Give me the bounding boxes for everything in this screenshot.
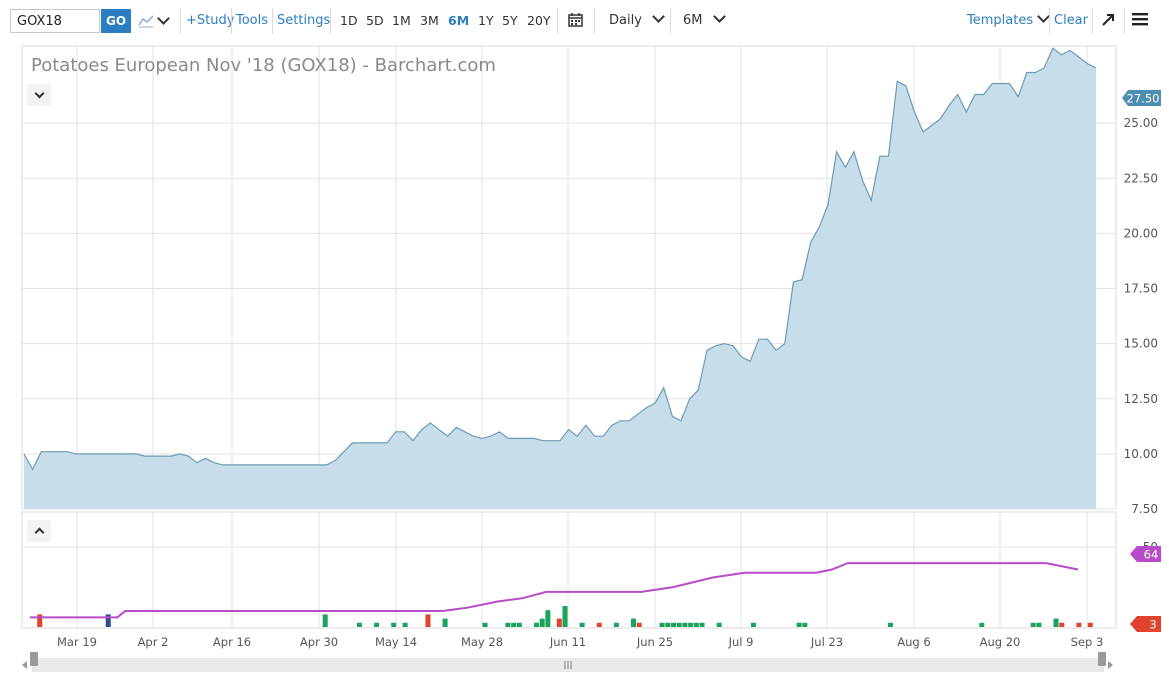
volume-bar bbox=[105, 614, 111, 627]
price-tick-label: 7.50 bbox=[1131, 502, 1158, 516]
volume-bar bbox=[682, 622, 688, 627]
last-price-value: 27.50 bbox=[1127, 92, 1160, 106]
volume-bar bbox=[539, 618, 545, 627]
volume-bar bbox=[37, 614, 43, 627]
volume-bar bbox=[688, 622, 694, 627]
volume-bar bbox=[374, 622, 380, 627]
open-interest-value: 64 bbox=[1144, 548, 1159, 562]
volume-bar bbox=[1076, 622, 1082, 627]
volume-bar bbox=[391, 622, 397, 627]
chevron-down-icon bbox=[34, 88, 45, 99]
last-price-badge: 27.50 bbox=[1122, 90, 1161, 106]
date-tick-label: Apr 30 bbox=[300, 635, 338, 649]
date-axis: Mar 19 Apr 2 Apr 16 Apr 30 May 14 May 28 Jun 1… bbox=[57, 635, 1103, 649]
volume-bar bbox=[511, 622, 517, 627]
chart-canvas: 7.5010.0012.5015.0017.5020.0022.5025.00 … bbox=[21, 45, 1161, 672]
volume-bar bbox=[505, 622, 511, 627]
scroll-left-arrow-icon[interactable] bbox=[22, 661, 27, 669]
date-tick-label: Jul 9 bbox=[728, 635, 754, 649]
volume-bar bbox=[545, 610, 551, 627]
volume-bar bbox=[322, 614, 328, 627]
volume-bar bbox=[699, 622, 705, 627]
volume-bar bbox=[516, 622, 522, 627]
volume-bar bbox=[596, 622, 602, 627]
volume-bar bbox=[1036, 622, 1042, 627]
volume-bar bbox=[887, 622, 893, 627]
price-tick-label: 10.00 bbox=[1124, 447, 1158, 461]
collapse-price-panel-button[interactable] bbox=[27, 84, 51, 106]
expand-volume-panel-button[interactable] bbox=[27, 520, 51, 542]
volume-bar bbox=[556, 618, 562, 627]
open-interest-badge: 64 bbox=[1130, 546, 1161, 562]
navigator-right-handle[interactable] bbox=[1098, 652, 1106, 666]
volume-bar bbox=[579, 622, 585, 627]
volume-bar bbox=[979, 622, 985, 627]
volume-bar bbox=[442, 618, 448, 627]
date-tick-label: Sep 3 bbox=[1071, 635, 1104, 649]
volume-bar bbox=[1030, 622, 1036, 627]
price-tick-label: 17.50 bbox=[1124, 282, 1158, 296]
volume-bar bbox=[1059, 622, 1065, 627]
volume-bar bbox=[670, 622, 676, 627]
chevron-up-icon bbox=[34, 527, 45, 538]
date-tick-label: Jun 11 bbox=[549, 635, 586, 649]
price-axis: 7.50 10.00 12.50 15.00 17.50 20.00 22.50 25.00 bbox=[1124, 116, 1158, 516]
volume-value: 3 bbox=[1149, 618, 1156, 632]
volume-bar bbox=[562, 606, 568, 627]
chart-title: Potatoes European Nov '18 (GOX18) - Barc… bbox=[31, 55, 496, 76]
scroll-right-arrow-icon[interactable] bbox=[1108, 661, 1113, 669]
volume-bar bbox=[356, 622, 362, 627]
date-tick-label: May 28 bbox=[461, 635, 503, 649]
date-tick-label: Apr 16 bbox=[213, 635, 251, 649]
volume-bar bbox=[693, 622, 699, 627]
volume-bar bbox=[482, 622, 488, 627]
date-tick-label: Jun 25 bbox=[636, 635, 673, 649]
volume-bar bbox=[750, 622, 756, 627]
price-tick-label: 20.00 bbox=[1124, 226, 1158, 240]
date-tick-label: Aug 20 bbox=[980, 635, 1021, 649]
date-tick-label: Jul 23 bbox=[810, 635, 843, 649]
price-tick-label: 15.00 bbox=[1124, 337, 1158, 351]
volume-badge: 3 bbox=[1130, 616, 1161, 632]
volume-bar bbox=[716, 622, 722, 627]
date-tick-label: May 14 bbox=[375, 635, 417, 649]
date-tick-label: Apr 2 bbox=[138, 635, 169, 649]
volume-bar bbox=[659, 622, 665, 627]
volume-bar bbox=[802, 622, 808, 627]
navigator-left-handle[interactable] bbox=[30, 652, 38, 666]
price-tick-label: 12.50 bbox=[1124, 392, 1158, 406]
volume-bar bbox=[636, 622, 642, 627]
price-tick-label: 22.50 bbox=[1124, 171, 1158, 185]
volume-bar bbox=[1087, 622, 1093, 627]
volume-bar bbox=[533, 622, 539, 627]
volume-bar bbox=[631, 618, 637, 627]
price-tick-label: 25.00 bbox=[1124, 116, 1158, 130]
date-tick-label: Aug 6 bbox=[897, 635, 930, 649]
volume-bar bbox=[676, 622, 682, 627]
volume-bar bbox=[665, 622, 671, 627]
date-tick-label: Mar 19 bbox=[57, 635, 97, 649]
volume-bar bbox=[613, 622, 619, 627]
volume-bar bbox=[796, 622, 802, 627]
volume-bar bbox=[402, 622, 408, 627]
volume-bar bbox=[1053, 618, 1059, 627]
volume-bar bbox=[425, 614, 431, 627]
